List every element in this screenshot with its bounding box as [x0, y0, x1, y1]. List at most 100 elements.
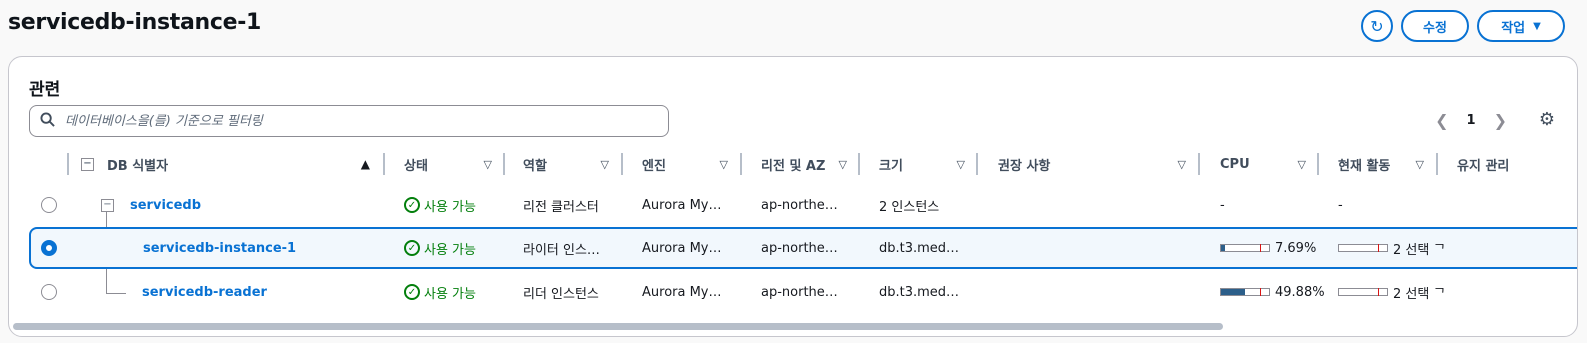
- cpu-cell: 7.69%: [1220, 229, 1316, 267]
- pagination: ❮ 1 ❯: [1435, 111, 1507, 130]
- header-actions: ↻ 수정 작업 ▼: [1361, 10, 1565, 42]
- row-select-radio[interactable]: [41, 184, 57, 226]
- sort-icon: ▽: [483, 157, 492, 171]
- sort-icon: ▽: [1177, 157, 1186, 171]
- engine-cell: Aurora My…: [642, 197, 722, 213]
- col-label: 상태: [404, 158, 428, 174]
- col-label: 권장 사항: [998, 158, 1051, 174]
- cpu-cell: -: [1220, 197, 1225, 213]
- section-title: 관련: [29, 80, 61, 100]
- col-engine[interactable]: 엔진 ▽: [642, 149, 740, 179]
- sort-icon: ▽: [1415, 157, 1424, 171]
- actions-button[interactable]: 작업 ▼: [1477, 10, 1565, 42]
- col-role[interactable]: 역할 ▽: [523, 149, 621, 179]
- activity-value: 2 선택 ᄀ: [1393, 286, 1446, 302]
- current-page[interactable]: 1: [1467, 113, 1476, 128]
- col-cpu[interactable]: CPU ▽: [1220, 149, 1318, 179]
- caret-down-icon: ▼: [1533, 20, 1541, 32]
- col-divider: [67, 153, 69, 175]
- status-text: 사용 가능: [424, 242, 476, 258]
- table-row-selected[interactable]: servicedb-instance-1 ✓ 사용 가능 라이터 인스… Auro…: [29, 227, 1577, 269]
- expand-all[interactable]: −: [81, 149, 94, 179]
- activity-bar: [1338, 288, 1388, 296]
- cpu-bar: [1220, 288, 1270, 296]
- sort-icon: ▽: [838, 157, 847, 171]
- status-badge: ✓ 사용 가능: [404, 184, 476, 226]
- cpu-bar-fill: [1221, 245, 1225, 251]
- col-label: 크기: [879, 158, 903, 174]
- cpu-bar-fill: [1221, 289, 1245, 295]
- col-region-az[interactable]: 리전 및 AZ ▽: [761, 149, 859, 179]
- filter-search[interactable]: [29, 105, 669, 137]
- activity-value: 2 선택 ᄀ: [1393, 242, 1446, 258]
- db-identifier-link[interactable]: servicedb-instance-1: [143, 229, 296, 267]
- sort-icon: ▽: [1297, 157, 1306, 171]
- check-circle-icon: ✓: [404, 240, 420, 256]
- row-select-radio[interactable]: [41, 271, 57, 313]
- activity-threshold-tick: [1378, 244, 1379, 252]
- col-db-identifier[interactable]: DB 식별자 ▲: [107, 149, 382, 179]
- cpu-value: 49.88%: [1275, 284, 1325, 300]
- refresh-button[interactable]: ↻: [1361, 10, 1393, 42]
- activity-bar: [1338, 244, 1388, 252]
- radio-icon: [41, 284, 57, 300]
- table-row[interactable]: servicedb-reader ✓ 사용 가능 리더 인스턴스 Aurora M…: [9, 271, 1577, 313]
- sort-icon: ▽: [956, 157, 965, 171]
- col-divider: [740, 153, 742, 175]
- edit-button[interactable]: 수정: [1401, 10, 1469, 42]
- row-expand[interactable]: −: [101, 184, 114, 226]
- status-badge: ✓ 사용 가능: [404, 271, 476, 313]
- engine-cell: Aurora My…: [642, 284, 722, 300]
- table-header: − DB 식별자 ▲ 상태 ▽ 역할 ▽ 엔진 ▽ 리전 및 AZ ▽ 크기 ▽ 권장 사항…: [9, 149, 1577, 179]
- role-cell: 라이터 인스…: [523, 242, 600, 258]
- check-circle-icon: ✓: [404, 284, 420, 300]
- role-cell: 리더 인스턴스: [523, 286, 599, 302]
- prev-page-icon[interactable]: ❮: [1435, 111, 1448, 130]
- activity-cell: 2 선택 ᄀ: [1338, 271, 1445, 313]
- col-label: 엔진: [642, 158, 666, 174]
- col-current-activity[interactable]: 현재 활동 ▽: [1338, 149, 1436, 179]
- col-label: CPU: [1220, 156, 1250, 172]
- activity-threshold-tick: [1378, 288, 1379, 296]
- table-row[interactable]: − servicedb ✓ 사용 가능 리전 클러스터 Aurora My… ap…: [9, 184, 1577, 226]
- col-recommendations[interactable]: 권장 사항 ▽: [998, 149, 1198, 179]
- horizontal-scrollbar[interactable]: [13, 323, 1223, 330]
- col-divider: [976, 153, 978, 175]
- status-text: 사용 가능: [424, 199, 476, 215]
- sort-asc-icon: ▲: [360, 157, 370, 171]
- col-label: DB 식별자: [107, 158, 169, 174]
- settings-gear-icon[interactable]: ⚙: [1539, 109, 1555, 130]
- col-divider: [858, 153, 860, 175]
- collapse-icon: −: [81, 157, 94, 171]
- page-title: servicedb-instance-1: [8, 10, 262, 35]
- status-badge: ✓ 사용 가능: [404, 229, 476, 267]
- search-input[interactable]: [65, 113, 625, 129]
- col-label: 역할: [523, 158, 547, 174]
- col-size[interactable]: 크기 ▽: [879, 149, 977, 179]
- cpu-cell: 49.88%: [1220, 271, 1325, 313]
- next-page-icon[interactable]: ❯: [1494, 111, 1507, 130]
- size-cell: db.t3.med…: [879, 284, 960, 300]
- cpu-value: 7.69%: [1275, 240, 1317, 256]
- col-status[interactable]: 상태 ▽: [404, 149, 504, 179]
- cpu-threshold-tick: [1260, 244, 1261, 252]
- col-maintenance[interactable]: 유지 관리: [1457, 149, 1557, 179]
- col-label: 현재 활동: [1338, 158, 1391, 174]
- col-divider: [621, 153, 623, 175]
- db-identifier-link[interactable]: servicedb-reader: [142, 271, 267, 313]
- cpu-threshold-tick: [1260, 288, 1261, 296]
- size-cell: db.t3.med…: [879, 240, 960, 256]
- status-text: 사용 가능: [424, 286, 476, 302]
- actions-label: 작업: [1501, 20, 1526, 36]
- activity-cell: 2 선택 ᄀ: [1338, 229, 1445, 267]
- sort-icon: ▽: [600, 157, 609, 171]
- radio-selected-icon: [41, 240, 57, 256]
- edit-label: 수정: [1423, 20, 1447, 36]
- region-cell: ap-northe…: [761, 197, 838, 213]
- check-circle-icon: ✓: [404, 197, 420, 213]
- row-select-radio[interactable]: [41, 229, 57, 267]
- refresh-icon: ↻: [1370, 16, 1384, 36]
- db-identifier-link[interactable]: servicedb: [130, 184, 201, 226]
- region-cell: ap-northe…: [761, 284, 838, 300]
- search-icon: [40, 111, 55, 131]
